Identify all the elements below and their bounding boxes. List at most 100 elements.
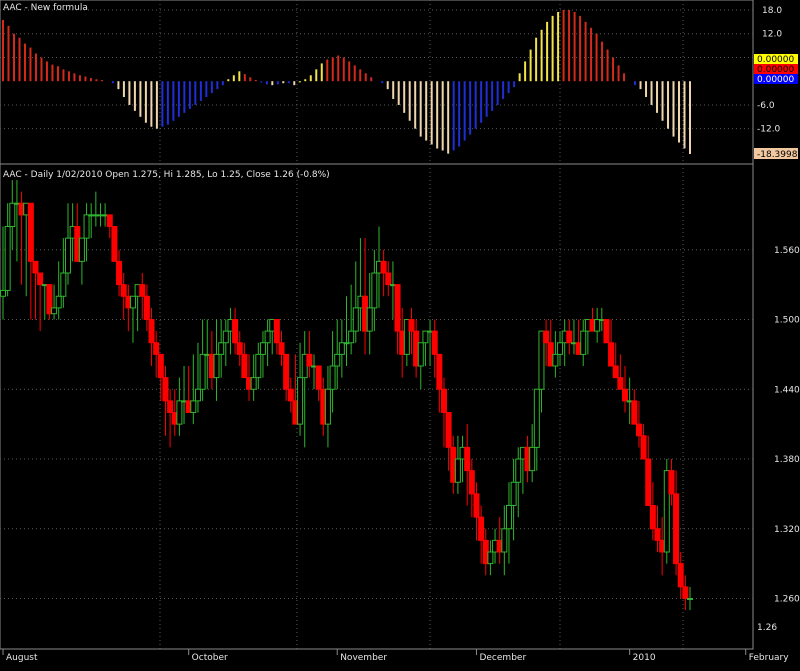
price-y-tick-label: 1.560 — [774, 246, 800, 256]
candle-body — [232, 319, 239, 344]
candle-body — [594, 319, 601, 332]
candle-body — [431, 330, 438, 355]
candle-body — [259, 342, 266, 355]
candle-body — [0, 289, 6, 297]
candle-body — [352, 307, 359, 332]
candle-body — [371, 272, 378, 309]
date-axis-label: 2010 — [633, 653, 656, 663]
candle-body — [148, 319, 155, 344]
candle-body — [635, 423, 642, 437]
candle-body — [631, 400, 638, 425]
candle-body — [241, 353, 248, 379]
candle-body — [255, 353, 262, 379]
candle-body — [580, 330, 587, 355]
candle-body — [120, 284, 127, 297]
candle-body — [4, 226, 11, 291]
candle-body — [529, 446, 536, 472]
candle-body — [654, 528, 661, 541]
oscillator-y-tick-label: 18.0 — [762, 6, 782, 16]
candle-body — [334, 353, 341, 367]
candle-body — [617, 377, 624, 390]
candle-body — [176, 400, 183, 425]
oscillator-last-value-label: -18.3998 — [757, 150, 798, 160]
candle-body — [222, 330, 229, 344]
last-price-label: 1.26 — [757, 623, 777, 633]
candle-body — [612, 365, 619, 379]
candle-body — [157, 353, 164, 379]
candle-body — [603, 319, 610, 344]
candle-body — [236, 342, 243, 355]
candle-body — [250, 377, 257, 390]
candle-body — [668, 470, 675, 495]
candle-body — [283, 353, 290, 390]
oscillator-marker-label: 0.00000 — [757, 55, 794, 65]
candle-body — [106, 214, 113, 227]
candle-body — [515, 458, 522, 483]
candle-body — [552, 353, 559, 367]
candle-body — [682, 586, 689, 599]
oscillator-y-tick-label: -12.0 — [757, 125, 781, 135]
candle-body — [278, 342, 285, 355]
stock-chart-window[interactable]: AAC - New formula 18.012.06.0-6.0-12.0 0… — [0, 0, 800, 671]
oscillator-title: AAC - New formula — [3, 3, 88, 13]
candle-body — [329, 365, 336, 390]
candle-body — [27, 202, 34, 262]
candle-body — [324, 388, 331, 425]
candle-body — [677, 563, 684, 588]
candle-body — [194, 388, 201, 402]
candle-body — [622, 388, 629, 402]
candle-body — [510, 481, 517, 506]
candle-body — [218, 342, 225, 355]
candle-body — [645, 458, 652, 506]
candle-body — [51, 307, 58, 315]
price-y-tick-label: 1.440 — [774, 385, 800, 395]
candle-body — [83, 214, 90, 239]
candle-body — [297, 377, 304, 425]
candle-body — [64, 237, 71, 274]
candle-body — [487, 551, 494, 565]
candle-body — [111, 226, 118, 262]
candle-body — [162, 377, 169, 402]
candle-body — [566, 330, 573, 344]
candle-body — [366, 307, 373, 332]
candle-body — [557, 342, 564, 355]
candle-body — [445, 412, 452, 448]
candle-body — [608, 342, 615, 367]
candle-body — [505, 505, 512, 530]
candle-body — [464, 446, 471, 472]
candle-body — [408, 319, 415, 332]
date-axis-label: August — [6, 653, 38, 663]
candle-body — [199, 353, 206, 390]
price-y-tick-label: 1.320 — [774, 525, 800, 535]
candle-body — [640, 435, 647, 460]
oscillator-marker-label: 0.00000 — [757, 75, 794, 85]
candle-body — [139, 284, 146, 297]
candle-body — [436, 353, 443, 390]
candle-body — [273, 319, 280, 344]
candle-body — [213, 353, 220, 379]
oscillator-y-tick-label: 12.0 — [762, 30, 782, 40]
candle-body — [394, 284, 401, 332]
price-y-tick-label: 1.380 — [774, 455, 800, 465]
candle-body — [501, 528, 508, 553]
oscillator-y-tick-label: -6.0 — [757, 101, 775, 111]
candle-body — [306, 353, 313, 367]
price-y-tick-label: 1.500 — [774, 316, 800, 326]
candle-body — [417, 342, 424, 367]
candle-body — [55, 295, 62, 309]
candle-body — [264, 330, 271, 344]
candle-body — [422, 330, 429, 344]
candle-body — [473, 493, 480, 518]
candle-body — [543, 330, 550, 344]
date-axis-label: February — [749, 653, 790, 663]
candle-body — [673, 493, 680, 565]
candle-body — [338, 342, 345, 355]
candle-body — [9, 202, 16, 227]
candle-body — [687, 598, 693, 600]
candle-body — [533, 388, 540, 448]
date-axis-label: December — [479, 653, 526, 663]
candle-body — [37, 272, 44, 286]
candle-body — [78, 237, 85, 262]
candle-body — [60, 272, 67, 297]
candle-body — [287, 388, 294, 402]
